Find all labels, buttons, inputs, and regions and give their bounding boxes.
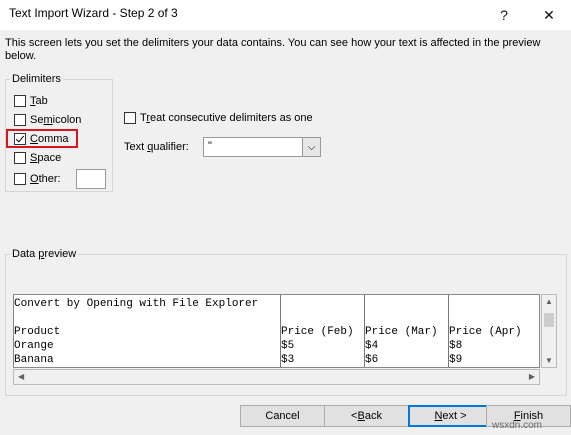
back-button[interactable]: < Back	[324, 405, 409, 427]
tab-checkbox[interactable]	[14, 94, 26, 107]
preview-cell: $8	[449, 340, 463, 352]
preview-column[interactable]: Price (Apr) $8 $9	[449, 295, 539, 367]
preview-column[interactable]: Price (Feb) $5 $3	[281, 295, 364, 367]
other-option[interactable]: Other:	[14, 170, 61, 187]
instructions-text: This screen lets you set the delimiters …	[5, 37, 541, 62]
preview-cell: Product	[14, 326, 61, 338]
preview-vertical-scrollbar[interactable]: ▲ ▼	[541, 294, 557, 368]
preview-cell: $3	[281, 354, 295, 366]
preview-cell: Price (Feb)	[281, 326, 354, 338]
chevron-down-icon[interactable]: ⌵	[302, 138, 320, 156]
scroll-up-icon[interactable]: ▲	[542, 297, 556, 306]
scrollbar-thumb[interactable]	[544, 313, 554, 327]
cancel-button[interactable]: Cancel	[240, 405, 325, 427]
qualifier-label: Text qualifier:	[124, 141, 189, 153]
consecutive-label: Treat consecutive delimiters as one	[140, 111, 313, 124]
consecutive-option[interactable]: Treat consecutive delimiters as one	[124, 109, 313, 126]
comma-highlight-box	[6, 129, 78, 148]
preview-cell: Price (Apr)	[449, 326, 522, 338]
data-preview-legend: Data preview	[12, 248, 77, 260]
data-preview-grid[interactable]: Convert by Opening with File Explorer Pr…	[13, 294, 540, 368]
window-title: Text Import Wizard - Step 2 of 3	[9, 6, 178, 20]
space-option[interactable]: Space	[14, 149, 61, 166]
help-button[interactable]: ?	[482, 0, 526, 30]
space-checkbox[interactable]	[14, 151, 26, 164]
watermark: wsxdn.com	[492, 420, 543, 431]
tab-label: Tab	[30, 94, 48, 107]
preview-column[interactable]: Convert by Opening with File Explorer Pr…	[14, 295, 280, 367]
tab-option[interactable]: Tab	[14, 92, 48, 109]
preview-cell: Orange	[14, 340, 54, 352]
preview-cell: Banana	[14, 354, 54, 366]
scroll-left-icon[interactable]: ◀	[18, 372, 24, 381]
semicolon-label: Semicolon	[30, 113, 82, 126]
preview-column[interactable]: Price (Mar) $4 $6	[365, 295, 448, 367]
next-button[interactable]: Next >	[408, 405, 493, 427]
semicolon-option[interactable]: Semicolon	[14, 111, 81, 128]
preview-horizontal-scrollbar[interactable]: ◀ ▶	[13, 369, 540, 385]
preview-cell: $6	[365, 354, 379, 366]
preview-cell: Convert by Opening with File Explorer	[14, 298, 259, 310]
preview-cell: Price (Mar)	[365, 326, 438, 338]
preview-cell: $4	[365, 340, 379, 352]
other-delimiter-input[interactable]	[76, 169, 106, 189]
semicolon-checkbox[interactable]	[14, 113, 26, 126]
close-button[interactable]: ✕	[527, 0, 571, 30]
other-label: Other:	[30, 172, 61, 185]
qualifier-select[interactable]: " ⌵	[203, 137, 321, 157]
scroll-right-icon[interactable]: ▶	[529, 372, 535, 381]
space-label: Space	[30, 151, 62, 164]
scroll-down-icon[interactable]: ▼	[542, 356, 556, 365]
preview-cell: $9	[449, 354, 463, 366]
delimiters-legend: Delimiters	[12, 73, 61, 85]
other-checkbox[interactable]	[14, 172, 26, 185]
qualifier-value: "	[208, 140, 212, 152]
preview-cell: $5	[281, 340, 295, 352]
consecutive-checkbox[interactable]	[124, 111, 136, 124]
